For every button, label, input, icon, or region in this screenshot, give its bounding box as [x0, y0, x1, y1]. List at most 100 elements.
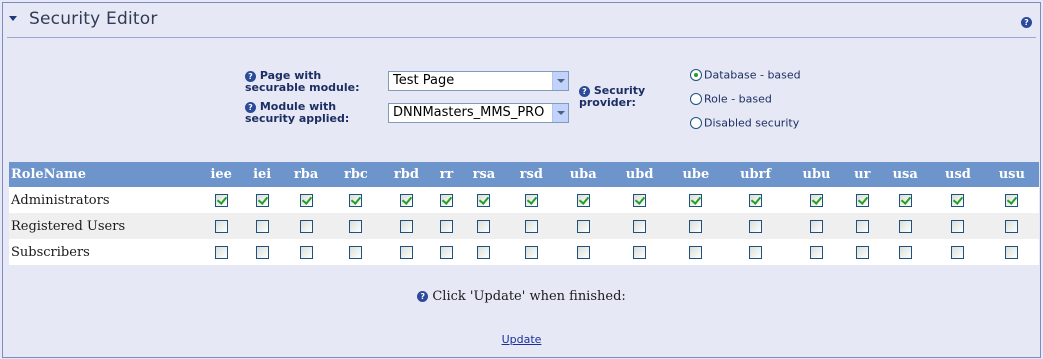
permission-cell [668, 239, 724, 265]
page-select[interactable]: Test Page [388, 71, 569, 91]
module-select[interactable]: DNNMasters_MMS_PRO [388, 103, 569, 123]
update-instruction-text: Click 'Update' when finished: [432, 289, 626, 304]
permission-checkbox-rbd[interactable] [399, 245, 413, 259]
help-icon[interactable]: ? [1021, 12, 1032, 31]
permission-checkbox-usd[interactable] [951, 245, 965, 259]
permission-checkbox-iei[interactable] [255, 219, 269, 233]
help-icon[interactable]: ? [417, 291, 429, 302]
permission-checkbox-iee[interactable] [214, 193, 228, 207]
permission-cell [723, 239, 788, 265]
permission-checkbox-rsa[interactable] [477, 193, 491, 207]
permission-checkbox-ubrf[interactable] [749, 245, 763, 259]
permission-cell [432, 213, 461, 239]
provider-option-database[interactable]: Database - based [690, 68, 801, 82]
page-label: ? Page with securable module: [245, 70, 385, 94]
permission-checkbox-rbc[interactable] [349, 245, 363, 259]
permission-checkbox-rsd[interactable] [524, 193, 538, 207]
permission-checkbox-usu[interactable] [1005, 245, 1019, 259]
permission-checkbox-usd[interactable] [951, 219, 965, 233]
permission-checkbox-usa[interactable] [898, 245, 912, 259]
help-icon[interactable]: ? [245, 101, 256, 113]
permission-checkbox-usa[interactable] [898, 193, 912, 207]
dropdown-arrow-icon[interactable] [552, 72, 568, 90]
permission-cell [845, 187, 880, 213]
permission-cell [507, 213, 556, 239]
permission-checkbox-ubrf[interactable] [749, 193, 763, 207]
permission-checkbox-rsd[interactable] [524, 245, 538, 259]
collapse-arrow-icon[interactable] [9, 16, 17, 21]
module-label-text: Module with security applied: [245, 100, 350, 125]
permission-checkbox-usd[interactable] [951, 193, 965, 207]
permission-checkbox-rbc[interactable] [349, 219, 363, 233]
grid-header-row: RoleName iee iei rba rbc rbd rr rsa rsd uba ubd ub… [9, 162, 1039, 187]
help-icon[interactable]: ? [579, 85, 590, 97]
permission-checkbox-ube[interactable] [689, 219, 703, 233]
permission-cell [787, 213, 846, 239]
permission-checkbox-rba[interactable] [299, 193, 313, 207]
permission-checkbox-uba[interactable] [576, 245, 590, 259]
permission-checkbox-rsa[interactable] [477, 219, 491, 233]
permission-cell [668, 213, 724, 239]
permission-checkbox-ubu[interactable] [810, 245, 823, 259]
permission-checkbox-ubd[interactable] [633, 219, 647, 233]
permission-checkbox-ur[interactable] [855, 193, 869, 207]
permission-checkbox-iei[interactable] [255, 193, 269, 207]
panel-header: Security Editor ? [3, 3, 1040, 39]
permission-checkbox-rsd[interactable] [524, 219, 538, 233]
permission-checkbox-usu[interactable] [1005, 219, 1019, 233]
permission-checkbox-ubrf[interactable] [749, 219, 763, 233]
permission-checkbox-uba[interactable] [576, 193, 590, 207]
permission-checkbox-ubu[interactable] [810, 193, 823, 207]
permission-checkbox-rsa[interactable] [477, 245, 491, 259]
permission-checkbox-rr[interactable] [439, 245, 453, 259]
radio-icon[interactable] [690, 93, 702, 105]
radio-selected-icon[interactable] [690, 69, 702, 81]
permission-checkbox-rbd[interactable] [399, 193, 413, 207]
update-link[interactable]: Update [3, 333, 1040, 346]
permission-header-rba: rba [280, 162, 332, 187]
permission-checkbox-iei[interactable] [255, 245, 269, 259]
permission-header-ube: ube [668, 162, 724, 187]
permission-checkbox-rba[interactable] [299, 245, 313, 259]
permission-checkbox-rr[interactable] [439, 219, 453, 233]
permission-cell [243, 187, 281, 213]
permission-cell [879, 239, 932, 265]
permission-checkbox-rbd[interactable] [399, 219, 413, 233]
update-instruction: ? Click 'Update' when finished: [3, 289, 1040, 304]
permission-checkbox-ubu[interactable] [810, 219, 823, 233]
permission-header-iee: iee [199, 162, 244, 187]
permission-cell [611, 213, 669, 239]
permission-cell [879, 187, 932, 213]
permission-checkbox-iee[interactable] [214, 219, 228, 233]
permission-checkbox-iee[interactable] [214, 245, 228, 259]
help-icon[interactable]: ? [245, 70, 256, 82]
provider-option-role[interactable]: Role - based [690, 92, 772, 106]
permission-cell [984, 213, 1039, 239]
permissions-grid: RoleName iee iei rba rbc rbd rr rsa rsd uba ubd ub… [9, 162, 1039, 265]
permission-cell [723, 187, 788, 213]
provider-option-disabled[interactable]: Disabled security [690, 116, 799, 130]
permission-header-rr: rr [432, 162, 461, 187]
radio-icon[interactable] [690, 117, 702, 129]
dropdown-arrow-icon[interactable] [552, 104, 568, 122]
permission-checkbox-rbc[interactable] [349, 193, 363, 207]
permission-header-usd: usd [931, 162, 985, 187]
permission-cell [845, 213, 880, 239]
permission-checkbox-usa[interactable] [898, 219, 912, 233]
permission-checkbox-rba[interactable] [299, 219, 313, 233]
permission-checkbox-ur[interactable] [855, 245, 869, 259]
permission-checkbox-ube[interactable] [689, 245, 703, 259]
permission-checkbox-ube[interactable] [689, 193, 703, 207]
permission-header-usa: usa [879, 162, 932, 187]
permission-checkbox-ubd[interactable] [633, 193, 647, 207]
permission-checkbox-usu[interactable] [1005, 193, 1019, 207]
permission-checkbox-ubd[interactable] [633, 245, 647, 259]
permission-checkbox-rr[interactable] [439, 193, 453, 207]
permission-checkbox-uba[interactable] [576, 219, 590, 233]
permission-checkbox-ur[interactable] [855, 219, 869, 233]
permission-header-rbc: rbc [331, 162, 381, 187]
permission-cell [331, 239, 381, 265]
table-row: Registered Users [9, 213, 1039, 239]
permission-cell [460, 213, 508, 239]
module-select-value: DNNMasters_MMS_PRO [393, 105, 545, 120]
